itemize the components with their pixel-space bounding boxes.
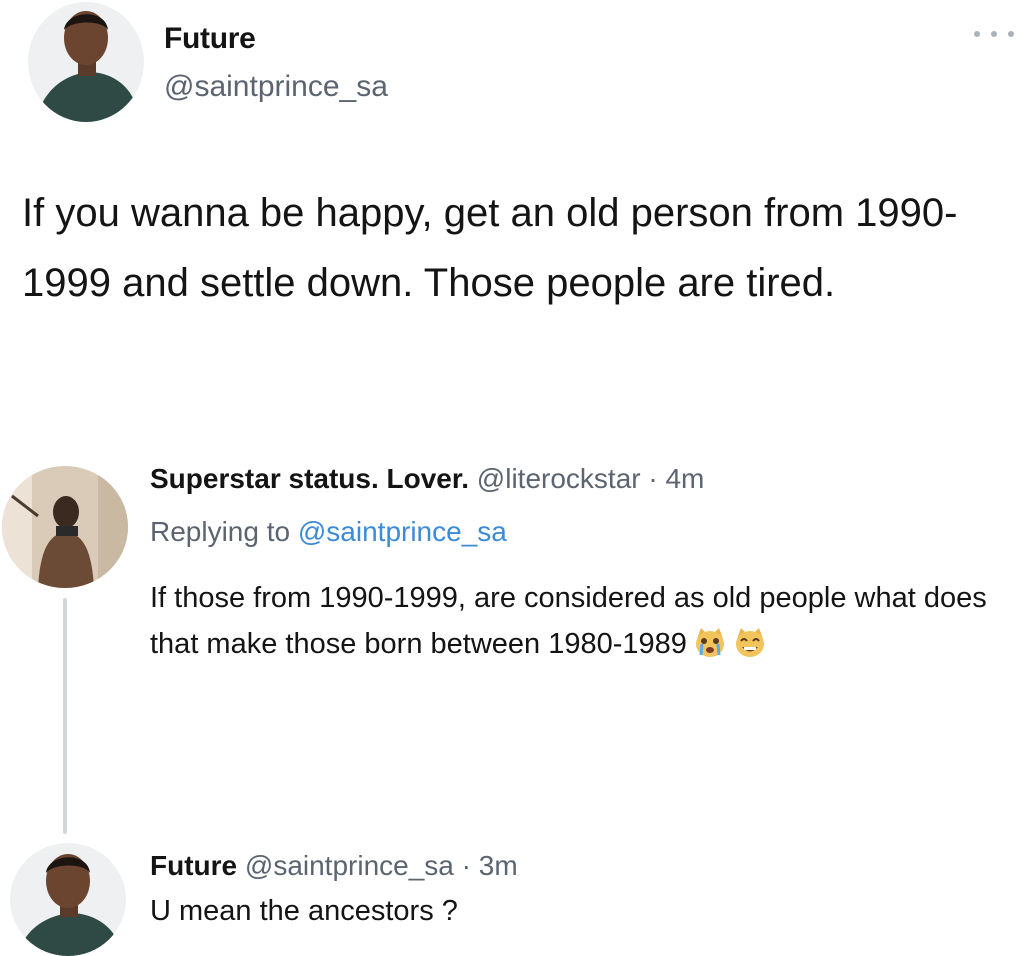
- thread-line: [63, 598, 67, 834]
- avatar[interactable]: [2, 466, 128, 588]
- tweet-text: If you wanna be happy, get an old person…: [22, 191, 958, 305]
- answer-timestamp[interactable]: 3m: [479, 850, 518, 881]
- author-name[interactable]: Future: [164, 22, 256, 56]
- reply-text: If those from 1990-1999, are considered …: [150, 575, 1010, 667]
- crying-cat-emoji: [693, 625, 727, 659]
- separator-dot: ·: [648, 463, 658, 494]
- grinning-cat-emoji: [733, 625, 767, 659]
- answer-author-name[interactable]: Future: [150, 850, 237, 881]
- reply-timestamp[interactable]: 4m: [665, 463, 704, 494]
- answer-author-handle[interactable]: @saintprince_sa: [245, 850, 454, 881]
- answer-header: Future @saintprince_sa · 3m: [150, 850, 518, 882]
- reply-header: Superstar status. Lover. @literockstar ·…: [150, 463, 704, 495]
- avatar-image: [2, 466, 128, 588]
- replying-to-handle[interactable]: @saintprince_sa: [298, 516, 507, 547]
- separator-dot: ·: [461, 850, 471, 881]
- more-options-icon[interactable]: [974, 24, 1014, 44]
- avatar-image: [10, 843, 126, 956]
- reply-author-handle[interactable]: @literockstar: [477, 463, 641, 494]
- answer-text: U mean the ancestors ?: [150, 895, 458, 927]
- author-handle[interactable]: @saintprince_sa: [164, 70, 388, 104]
- replying-to-label: Replying to: [150, 516, 291, 547]
- reply-author-name[interactable]: Superstar status. Lover.: [150, 463, 469, 494]
- replying-to: Replying to @saintprince_sa: [150, 516, 507, 548]
- avatar[interactable]: [10, 843, 126, 956]
- avatar-image: [28, 2, 144, 122]
- reply-text-body: If those from 1990-1999, are considered …: [150, 582, 987, 660]
- avatar[interactable]: [28, 2, 144, 122]
